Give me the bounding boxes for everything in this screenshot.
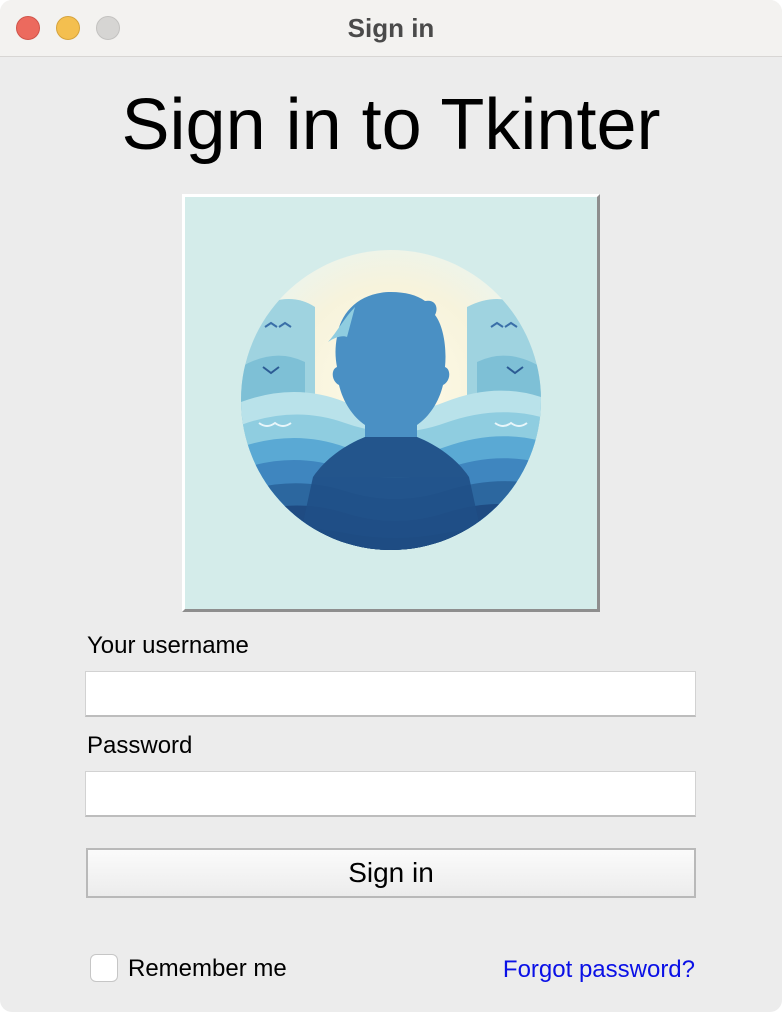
title-bar: Sign in <box>0 0 782 57</box>
username-input[interactable] <box>85 671 696 717</box>
username-label: Your username <box>87 632 249 659</box>
page-heading: Sign in to Tkinter <box>121 85 661 165</box>
remember-me-checkbox[interactable] <box>90 954 118 982</box>
sign-in-window: Sign in Sign in to Tkinter Your username… <box>0 0 782 1012</box>
password-label: Password <box>87 732 193 759</box>
sign-in-button[interactable]: Sign in <box>86 848 696 898</box>
person-silhouette-waves-icon <box>185 197 597 609</box>
forgot-password-link[interactable]: Forgot password? <box>503 956 695 984</box>
avatar-image <box>182 194 600 612</box>
password-input[interactable] <box>85 771 696 817</box>
remember-me-label[interactable]: Remember me <box>128 955 287 983</box>
window-title: Sign in <box>347 13 435 43</box>
